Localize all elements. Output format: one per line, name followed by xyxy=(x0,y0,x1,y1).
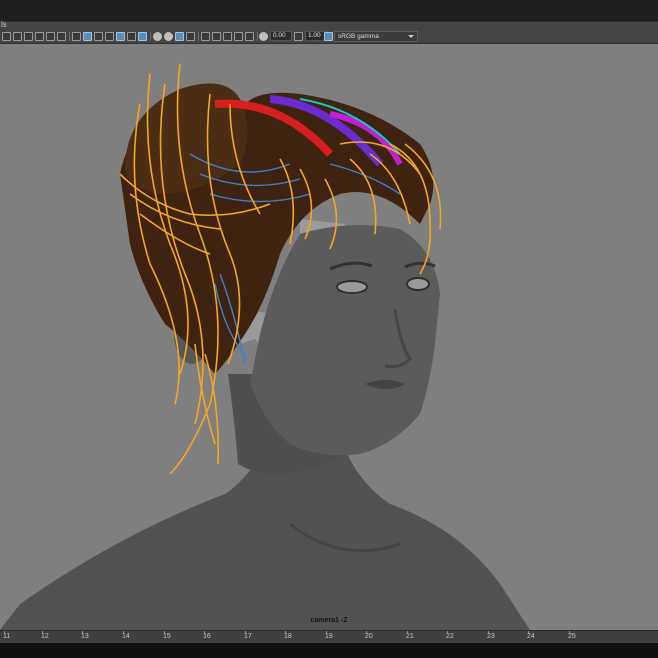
status-strip xyxy=(0,643,658,658)
frame-number: 14 xyxy=(122,633,130,640)
multisample-aa-icon[interactable] xyxy=(234,32,243,41)
exposure-field[interactable]: 0.00 xyxy=(270,31,292,41)
depth-of-field-icon[interactable] xyxy=(245,32,254,41)
frame-number: 20 xyxy=(365,633,373,640)
camera-attributes-icon[interactable] xyxy=(13,32,22,41)
frame-number: 22 xyxy=(446,633,454,640)
title-bar xyxy=(0,0,658,21)
view-transform-dropdown[interactable]: sRGB gamma xyxy=(334,31,418,42)
bookmarks-icon[interactable] xyxy=(24,32,33,41)
grease-pencil-icon[interactable] xyxy=(57,32,66,41)
panels-menu[interactable]: ls xyxy=(1,20,7,30)
frame-number: 12 xyxy=(41,633,49,640)
toolbar-separator xyxy=(257,32,258,41)
frame-number: 24 xyxy=(527,633,535,640)
smooth-shade-icon[interactable] xyxy=(164,32,173,41)
frame-number: 11 xyxy=(3,633,11,640)
viewport-toolbar: 0.00 1.00 sRGB gamma xyxy=(0,30,658,44)
resolution-gate-icon[interactable] xyxy=(94,32,103,41)
gamma-icon[interactable] xyxy=(294,32,303,41)
face-model xyxy=(250,225,440,456)
screen-space-ao-icon[interactable] xyxy=(212,32,221,41)
view-transform-value: sRGB gamma xyxy=(338,33,379,40)
camera-label: camera1 -Z xyxy=(310,617,348,624)
render-canvas xyxy=(0,63,530,630)
toolbar-separator xyxy=(150,32,151,41)
color-management-icon[interactable] xyxy=(324,32,333,41)
safe-title-icon[interactable] xyxy=(138,32,147,41)
use-all-lights-icon[interactable] xyxy=(186,32,195,41)
field-chart-icon[interactable] xyxy=(116,32,125,41)
shadows-icon[interactable] xyxy=(201,32,210,41)
toolbar-separator xyxy=(69,32,70,41)
frame-number: 21 xyxy=(406,633,414,640)
two-d-pan-icon[interactable] xyxy=(46,32,55,41)
time-slider[interactable]: 11 12 13 14 15 16 17 18 19 20 21 22 23 2… xyxy=(0,630,658,643)
frame-number: 13 xyxy=(81,633,89,640)
frame-number: 18 xyxy=(284,633,292,640)
gate-mask-icon[interactable] xyxy=(105,32,114,41)
exposure-icon[interactable] xyxy=(259,32,268,41)
chevron-down-icon xyxy=(408,35,414,38)
grid-icon[interactable] xyxy=(72,32,81,41)
frame-number: 19 xyxy=(325,633,333,640)
motion-blur-icon[interactable] xyxy=(223,32,232,41)
right-eye xyxy=(406,277,430,291)
frame-number: 23 xyxy=(487,633,495,640)
textured-icon[interactable] xyxy=(175,32,184,41)
shoulders-model xyxy=(0,449,530,630)
frame-number: 25 xyxy=(568,633,576,640)
select-camera-icon[interactable] xyxy=(2,32,11,41)
left-eye xyxy=(336,280,368,294)
viewport-3d[interactable]: camera1 -Z xyxy=(0,44,658,630)
film-gate-icon[interactable] xyxy=(83,32,92,41)
wireframe-icon[interactable] xyxy=(153,32,162,41)
safe-action-icon[interactable] xyxy=(127,32,136,41)
frame-number: 15 xyxy=(163,633,171,640)
toolbar-separator xyxy=(198,32,199,41)
frame-number: 16 xyxy=(203,633,211,640)
image-plane-icon[interactable] xyxy=(35,32,44,41)
frame-number: 17 xyxy=(244,633,252,640)
